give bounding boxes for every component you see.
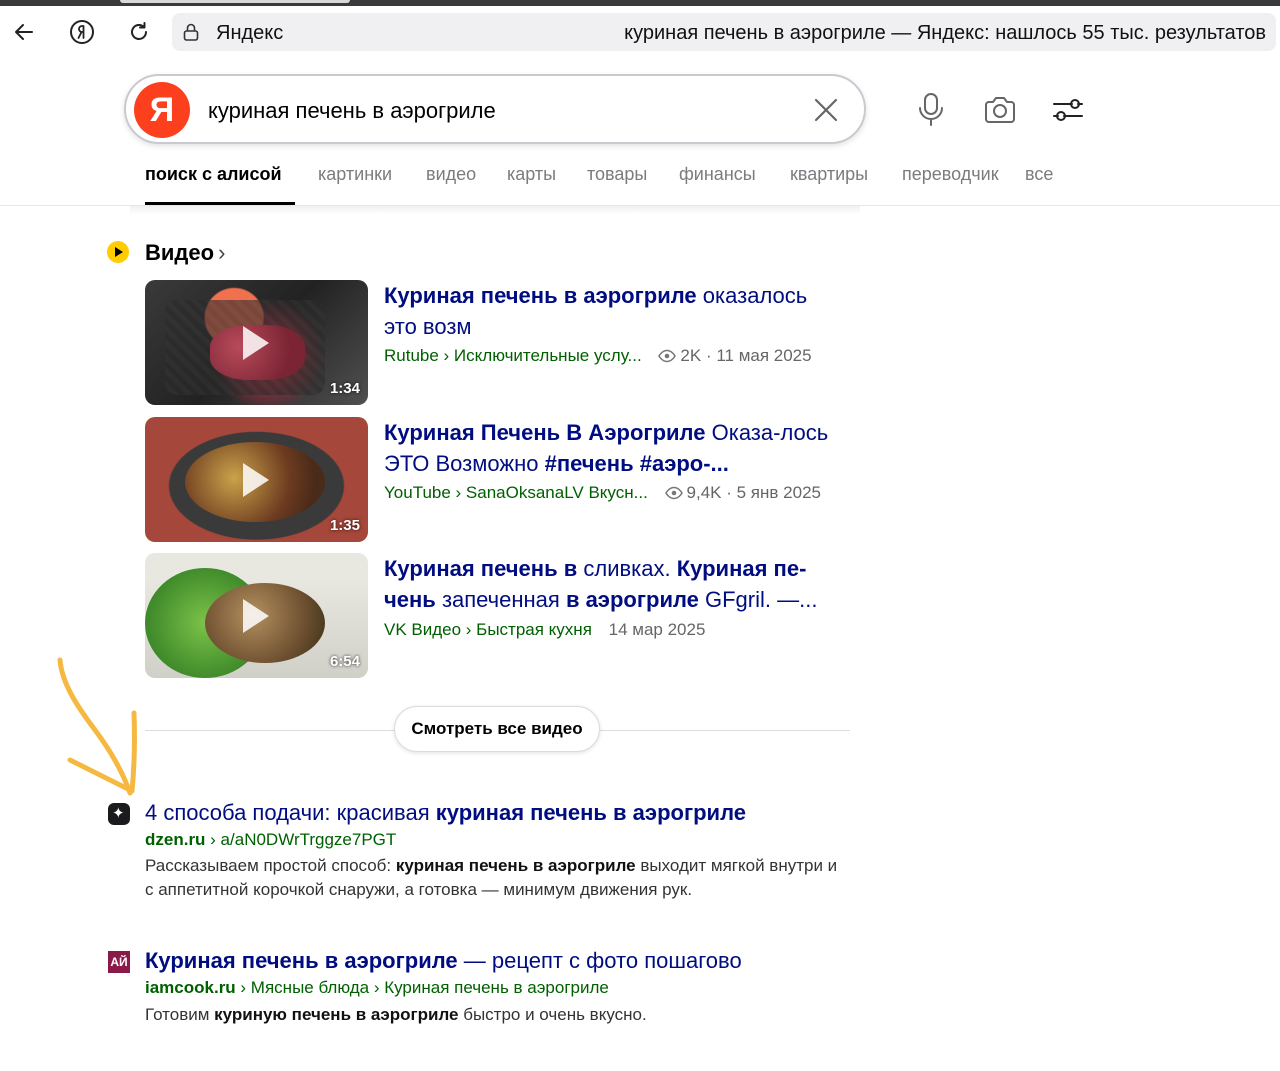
- tab-indicator: [120, 0, 350, 3]
- tab-translator[interactable]: переводчик: [902, 164, 999, 185]
- result-url[interactable]: dzen.ru › a/aN0DWrTrggze7PGT: [145, 830, 396, 850]
- video-duration: 1:35: [329, 517, 360, 534]
- video-views: 9,4K: [686, 483, 722, 502]
- tabs-shadow: [130, 206, 860, 214]
- camera-search-icon[interactable]: [980, 90, 1020, 130]
- dzen-favicon-icon: [108, 803, 130, 825]
- video-date: 14 мар 2025: [608, 620, 706, 639]
- tab-apartments[interactable]: квартиры: [790, 164, 868, 185]
- play-icon: [243, 463, 269, 497]
- tab-video[interactable]: видео: [426, 164, 476, 185]
- play-icon: [243, 599, 269, 633]
- page-title: куриная печень в аэрогриле — Яндекс: наш…: [624, 22, 1266, 44]
- video-duration: 1:34: [329, 380, 360, 397]
- result-snippet: Готовим куриную печень в аэрогриле быстр…: [145, 1005, 647, 1024]
- video-date: · 5 янв 2025: [726, 483, 821, 502]
- yandex-logo[interactable]: Я: [134, 82, 190, 138]
- video-meta: YouTube › SanaOksanaLV Вкусн... 9,4K · 5…: [384, 483, 821, 503]
- result-url[interactable]: iamcook.ru › Мясные блюда › Куриная пече…: [145, 978, 609, 998]
- clear-icon[interactable]: [812, 96, 840, 124]
- tab-all[interactable]: все: [1025, 164, 1053, 185]
- result-title[interactable]: 4 способа подачи: красивая куриная печен…: [145, 800, 746, 826]
- play-icon: [243, 326, 269, 360]
- tab-goods[interactable]: товары: [587, 164, 647, 185]
- video-duration: 6:54: [329, 653, 360, 670]
- video-date: · 11 мая 2025: [705, 346, 812, 365]
- video-meta: VK Видео › Быстрая кухня 14 мар 2025: [384, 620, 705, 640]
- tab-maps[interactable]: карты: [507, 164, 556, 185]
- address-host: Яндекс: [216, 22, 284, 44]
- video-source[interactable]: Rutube › Исключительные услу...: [384, 346, 642, 365]
- browser-toolbar: Яндекс куриная печень в аэрогриле — Янде…: [0, 6, 1280, 58]
- tab-alice-search[interactable]: поиск с алисой: [145, 164, 282, 185]
- video-meta: Rutube › Исключительные услу... 2K · 11 …: [384, 346, 812, 366]
- annotation-arrow-icon: [57, 657, 137, 796]
- video-thumbnail[interactable]: 6:54: [145, 553, 368, 678]
- video-title[interactable]: Куриная печень в аэрогриле оказалось это…: [384, 280, 844, 342]
- video-section-heading[interactable]: Видео ›: [145, 240, 225, 266]
- video-thumbnail[interactable]: 1:35: [145, 417, 368, 542]
- video-source[interactable]: YouTube › SanaOksanaLV Вкусн...: [384, 483, 648, 502]
- filters-icon[interactable]: [1048, 90, 1088, 130]
- address-bar[interactable]: Яндекс куриная печень в аэрогриле — Янде…: [172, 13, 1276, 51]
- all-videos-button[interactable]: Смотреть все видео: [394, 706, 600, 752]
- eye-icon: [658, 349, 677, 363]
- video-heading-label: Видео: [145, 240, 215, 265]
- tab-images[interactable]: картинки: [318, 164, 392, 185]
- search-tabs: поиск с алисой картинки видео карты това…: [145, 164, 1145, 206]
- search-box: Я: [124, 74, 866, 144]
- eye-icon: [664, 486, 683, 500]
- microphone-icon[interactable]: [911, 90, 951, 130]
- back-icon[interactable]: [8, 16, 40, 48]
- video-title[interactable]: Куриная печень в сливках. Куриная пе-чен…: [384, 553, 844, 615]
- result-title[interactable]: Куриная печень в аэрогриле — рецепт с фо…: [145, 948, 742, 974]
- video-thumbnail[interactable]: 1:34: [145, 280, 368, 405]
- video-views: 2K: [680, 346, 702, 365]
- result-snippet: Рассказываем простой способ: куриная печ…: [145, 856, 838, 899]
- video-source[interactable]: VK Видео › Быстрая кухня: [384, 620, 592, 639]
- chevron-right-icon: ›: [218, 240, 226, 265]
- video-title[interactable]: Куриная Печень В Аэрогриле Оказа-лось ЭТ…: [384, 417, 844, 479]
- lock-icon: [182, 22, 200, 47]
- tab-finance[interactable]: финансы: [679, 164, 756, 185]
- search-input[interactable]: [206, 90, 810, 132]
- reload-icon[interactable]: [123, 16, 155, 48]
- yandex-home-icon[interactable]: [66, 16, 98, 48]
- video-play-icon: [107, 241, 129, 263]
- iamcook-favicon-icon: АЙ: [108, 951, 130, 973]
